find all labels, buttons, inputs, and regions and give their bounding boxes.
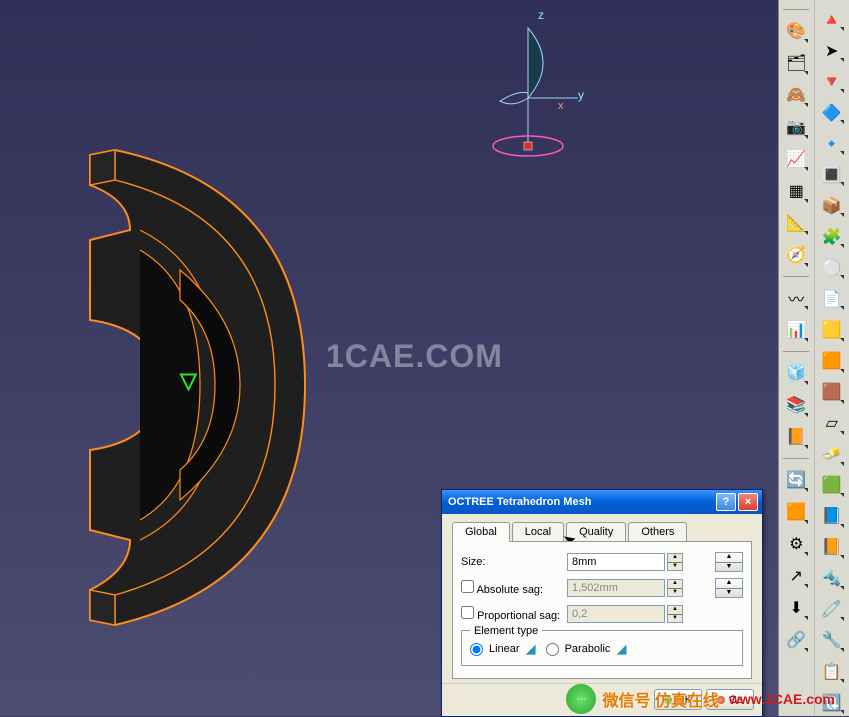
sphere-icon[interactable]: ⚪ [818,254,846,281]
element-type-group: Element type Linear ◢ Parabolic ◢ [461,630,743,666]
layers-icon[interactable]: 🗂 [782,49,810,77]
virtual-icon[interactable]: 🟧 [782,498,810,526]
tab-global[interactable]: Global [452,522,510,542]
stack1-icon[interactable]: 🟨 [818,316,846,343]
parabolic-label: Parabolic [565,643,611,655]
tetra-icon[interactable]: 🔺 [818,6,846,33]
compass-svg [478,8,628,168]
welding-icon[interactable]: 🔩 [818,565,846,592]
compass-widget[interactable]: z y x [478,8,628,168]
ok-dot-icon [664,696,672,704]
dialog-button-row: OK Ca [442,683,762,716]
pyramid-icon[interactable]: 🔹 [818,130,846,157]
dialog-titlebar[interactable]: OCTREE Tetrahedron Mesh ? × [442,490,762,514]
linear-radio[interactable] [470,643,483,656]
size-input[interactable] [567,553,665,571]
cancel-button[interactable]: Ca [706,689,754,710]
ok-button[interactable]: OK [654,689,702,710]
connect-icon[interactable]: 🧷 [818,596,846,623]
abs-sag-checkbox-label[interactable]: Absolute sag: [461,580,567,596]
prism-icon[interactable]: 🔷 [818,99,846,126]
sheet-icon[interactable]: 📄 [818,285,846,312]
pressure-icon[interactable]: ⬇ [782,594,810,622]
layers-orange-icon[interactable]: 📙 [818,534,846,561]
abs-sag-spinner: ▲▼ [667,579,683,597]
hide-icon[interactable]: 🙈 [782,81,810,109]
spring-icon[interactable]: ⚙ [782,530,810,558]
tab-strip: Global Local Quality Others [452,522,752,542]
model-svg [70,130,330,640]
right-toolbars: 🎨 🗂 🙈 📷 📈 ▦ 📐 🧭 〰 📊 🧊 📚 📙 🔄 🟧 ⚙ ↗ ⬇ 🔗 🔺 ➤ 🔻 🔷 🔹 🔳 📦 🧩 ⚪ 📄 🟨 🟧 🟫 ▱ 🧈 🟩 📘 📙 🔩 🧷… [778,0,849,716]
toolbar-separator [783,9,809,10]
abs-sag-checkbox[interactable] [461,580,474,593]
book-icon[interactable]: 📚 [782,391,810,419]
origin-marker-icon: ▽ [180,368,197,394]
abs-sag-text: Absolute sag: [476,584,543,596]
abs-sag-input [567,579,665,597]
catalog-icon[interactable]: 📙 [782,423,810,451]
cube-icon[interactable]: 🧊 [782,359,810,387]
prop-sag-checkbox[interactable] [461,606,474,619]
toolbar-separator [783,458,809,459]
refresh-icon[interactable]: 🔃 [818,689,846,716]
axis-x-label: x [558,100,564,112]
stack3-icon[interactable]: 🟫 [818,379,846,406]
linear-tetra-icon: ◢ [526,641,536,657]
prop-sag-spinner: ▲▼ [667,605,683,623]
size-spinner[interactable]: ▲▼ [667,553,683,571]
sensor-icon[interactable]: 📊 [782,316,810,344]
tab-local[interactable]: Local [512,522,564,542]
watermark-text: 1CAE.COM [326,338,503,375]
parabolic-radio[interactable] [546,643,559,656]
force-icon[interactable]: ↗ [782,562,810,590]
tab-others[interactable]: Others [628,522,687,542]
tab-panel-global: Size: ▲▼ ▲▼ Absolute sag: ▲▼ ▲▼ Proporti… [452,541,752,679]
update-icon[interactable]: 🔄 [782,466,810,494]
prop-sag-checkbox-label[interactable]: Proportional sag: [461,606,567,622]
paint-icon[interactable]: 🎨 [782,17,810,45]
toolbar-column-2: 🔺 ➤ 🔻 🔷 🔹 🔳 📦 🧩 ⚪ 📄 🟨 🟧 🟫 ▱ 🧈 🟩 📘 📙 🔩 🧷 🔧 📋 🔃 [814,0,849,716]
axis-y-label: y [578,88,584,102]
cancel-dot-icon [717,696,725,704]
bolt-icon[interactable]: 🔧 [818,627,846,654]
plane-icon[interactable]: ▱ [818,410,846,437]
prop-sag-text: Proportional sag: [477,610,560,622]
constraint-icon[interactable]: 🔗 [782,626,810,654]
box-icon[interactable]: 📦 [818,192,846,219]
solid-green-icon[interactable]: 🟩 [818,472,846,499]
linear-label: Linear [489,643,520,655]
close-button[interactable]: × [738,493,758,511]
toolbar-separator [783,351,809,352]
axis-z-label: z [538,8,544,22]
solid-yellow-icon[interactable]: 🧈 [818,441,846,468]
part-model[interactable] [70,130,330,640]
layers-blue-icon[interactable]: 📘 [818,503,846,530]
chart-icon[interactable]: 📈 [782,145,810,173]
cone-icon[interactable]: 🔻 [818,68,846,95]
analysis-icon[interactable]: 🧩 [818,223,846,250]
wire-icon[interactable]: 🔳 [818,161,846,188]
compass-icon[interactable]: 🧭 [782,241,810,269]
measure-icon[interactable]: 📐 [782,209,810,237]
list-icon[interactable]: 📋 [818,658,846,685]
help-button[interactable]: ? [716,493,736,511]
size-label: Size: [461,556,567,568]
prop-sag-input [567,605,665,623]
curve-icon[interactable]: 〰 [782,284,810,312]
toolbar-column-1: 🎨 🗂 🙈 📷 📈 ▦ 📐 🧭 〰 📊 🧊 📚 📙 🔄 🟧 ⚙ ↗ ⬇ 🔗 [779,0,814,716]
tab-quality[interactable]: Quality [566,522,626,542]
abs-sag-stepper[interactable]: ▲▼ [715,578,743,598]
toolbar-separator [783,276,809,277]
element-type-legend: Element type [470,625,542,637]
size-stepper[interactable]: ▲▼ [715,552,743,572]
mesh-dialog: OCTREE Tetrahedron Mesh ? × Global Local… [441,489,763,717]
dialog-body: Global Local Quality Others Size: ▲▼ ▲▼ … [442,514,762,683]
camera-icon[interactable]: 📷 [782,113,810,141]
mesh-local-icon[interactable]: ▦ [782,177,810,205]
stack2-icon[interactable]: 🟧 [818,348,846,375]
parabolic-tetra-icon: ◢ [616,641,626,657]
select-icon[interactable]: ➤ [818,37,846,64]
dialog-title: OCTREE Tetrahedron Mesh [448,496,714,508]
